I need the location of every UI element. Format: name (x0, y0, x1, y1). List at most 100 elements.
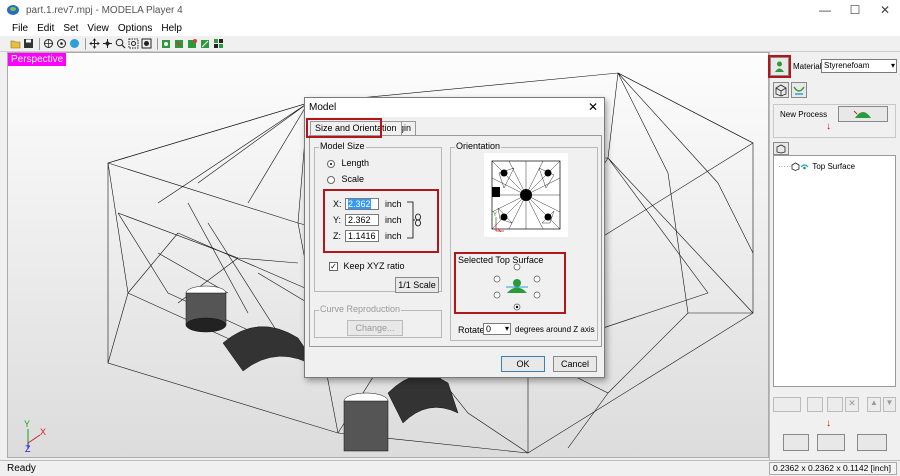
render-icon[interactable] (174, 38, 185, 49)
tab-panel: Model Size Length Scale X: 2.362 inch Y:… (309, 135, 602, 347)
menu-view[interactable]: View (87, 23, 109, 34)
dialog-title: Model (309, 102, 337, 113)
process-tab-button[interactable] (773, 142, 789, 155)
app-icon (7, 5, 19, 15)
cut-button[interactable] (783, 434, 809, 451)
length-label: Length (341, 158, 370, 168)
simulation-icon[interactable] (187, 38, 198, 49)
bottom-toolbar (773, 434, 896, 452)
down-arrow-icon: ↓ (826, 121, 831, 132)
model-size-group: Model Size Length Scale X: 2.362 inch Y:… (314, 141, 442, 293)
tool-button-delete[interactable]: ✕ (845, 397, 859, 412)
zoom-icon[interactable] (115, 38, 126, 49)
zoom-fit-icon[interactable] (43, 38, 54, 49)
toolbar (0, 36, 900, 52)
dialog-close-button[interactable]: ✕ (588, 100, 598, 114)
menu-edit[interactable]: Edit (37, 23, 54, 34)
status-bar: Ready 0.2362 x 0.2362 x 0.1142 [inch] (0, 460, 900, 476)
tool-button-2[interactable] (807, 397, 823, 412)
tool-button-3[interactable] (827, 397, 843, 412)
tree-item-top-surface[interactable]: ····· Top Surface (778, 162, 855, 171)
pan-icon[interactable] (89, 38, 100, 49)
scale-radio[interactable] (327, 175, 335, 184)
status-dimension-pane: 0.2362 x 0.2362 x 0.1142 [inch] (769, 462, 897, 475)
cube-icon (775, 84, 787, 97)
dropdown-arrow-icon: ▾ (890, 61, 895, 70)
minimize-button[interactable]: — (810, 0, 840, 20)
menu-options[interactable]: Options (118, 23, 152, 34)
highlight-tab (306, 118, 382, 138)
svg-text:Y: Y (493, 212, 497, 218)
dropdown-arrow-icon: ▾ (504, 324, 509, 333)
orientation-caption: Orientation (455, 141, 502, 151)
curve-caption: Curve Reproduction (319, 304, 402, 314)
open-folder-icon[interactable] (10, 38, 21, 49)
model-size-caption: Model Size (319, 141, 366, 151)
y-label: Y: (333, 215, 342, 225)
x-size-field[interactable]: 2.362 (345, 198, 379, 210)
down-arrow-icon: ↓ (826, 418, 831, 429)
status-text: Ready (7, 463, 36, 474)
grid-icon[interactable] (213, 38, 224, 49)
part-icon (791, 162, 800, 171)
tree-item-label: Top Surface (812, 162, 856, 171)
top-surface-selector[interactable] (487, 262, 547, 314)
save-icon[interactable] (23, 38, 34, 49)
change-button[interactable]: Change... (347, 320, 403, 336)
keep-ratio-checkbox[interactable]: ✓ (329, 262, 338, 272)
material-dropdown[interactable]: Styrenefoam ▾ (821, 59, 897, 73)
x-label: X: (333, 199, 342, 209)
rotate-dropdown[interactable]: 0 ▾ (483, 323, 511, 335)
maximize-button[interactable]: ☐ (840, 0, 870, 20)
tool-button-1[interactable] (773, 397, 801, 412)
keep-ratio-label: Keep XYZ ratio (343, 261, 405, 271)
move-down-button[interactable]: ▼ (883, 397, 896, 412)
y-value: 2.362 (348, 215, 371, 225)
toolbar-separator (39, 37, 40, 50)
rotate-suffix: degrees around Z axis (515, 325, 595, 334)
length-radio[interactable] (327, 159, 335, 168)
menu-bar: File Edit Set View Options Help (0, 20, 900, 36)
zoom-window-icon[interactable] (128, 38, 139, 49)
z-size-field[interactable]: 1.1416 (345, 230, 379, 242)
orientation-group: Orientation Y Selected Top Surface Rotat… (450, 141, 598, 341)
zoom-target-icon[interactable] (56, 38, 67, 49)
zoom-all-icon[interactable] (141, 38, 152, 49)
link-ratio-icon[interactable] (405, 200, 423, 240)
z-value: 1.1416 (348, 231, 376, 241)
ok-button[interactable]: OK (501, 356, 545, 372)
toolbar-separator (157, 37, 158, 50)
close-button[interactable]: ✕ (870, 0, 900, 20)
keep-ratio-option[interactable]: ✓ Keep XYZ ratio (329, 261, 405, 272)
length-option[interactable]: Length (327, 158, 369, 168)
highlight-material (768, 55, 791, 78)
menu-file[interactable]: File (12, 23, 28, 34)
menu-set[interactable]: Set (63, 23, 78, 34)
cancel-button[interactable]: Cancel (553, 356, 597, 372)
orientation-preview: Y (484, 153, 568, 237)
move-icon[interactable] (102, 38, 113, 49)
3d-box-button[interactable] (773, 82, 789, 98)
move-up-button[interactable]: ▲ (867, 397, 881, 412)
rotate-value: 0 (486, 324, 492, 334)
dialog-title-bar: Model ✕ (305, 98, 604, 117)
view-mode-label: Perspective (8, 53, 67, 66)
model-view-icon[interactable] (161, 38, 172, 49)
preview-button[interactable] (817, 434, 845, 451)
output-button[interactable] (857, 434, 887, 451)
scale-label: Scale (341, 174, 365, 184)
material-value: Styrenefoam (824, 61, 870, 70)
cutting-surface-button[interactable] (791, 82, 807, 98)
tree-toolbar: ✕ ▲ ▼ (773, 397, 896, 413)
menu-help[interactable]: Help (161, 23, 182, 34)
sphere-view-icon[interactable] (69, 38, 80, 49)
window-title: part.1.rev7.mpj - MODELA Player 4 (26, 4, 183, 16)
new-process-label: New Process (780, 110, 828, 119)
one-to-one-scale-button[interactable]: 1/1 Scale (395, 277, 439, 293)
new-process-button[interactable] (838, 106, 888, 122)
y-size-field[interactable]: 2.362 (345, 214, 379, 226)
scale-option[interactable]: Scale (327, 174, 364, 184)
path-view-icon[interactable] (200, 38, 211, 49)
axis-z-label: Z (25, 444, 31, 454)
curve-reproduction-group: Curve Reproduction Change... (314, 304, 442, 338)
